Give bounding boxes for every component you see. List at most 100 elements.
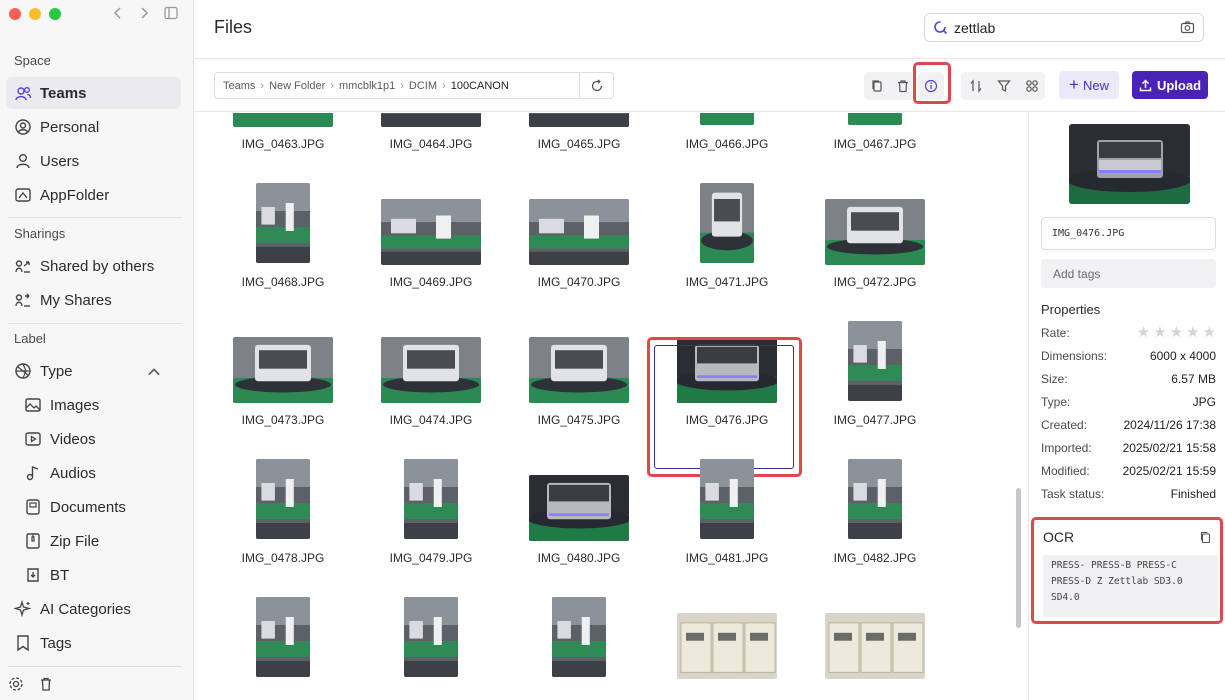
file-item[interactable]: IMG_0466.JPG xyxy=(653,113,801,155)
file-thumbnail[interactable] xyxy=(529,475,629,541)
sidebar-item-my-shares[interactable]: My Shares xyxy=(6,284,181,316)
file-thumbnail[interactable] xyxy=(825,613,925,679)
file-item[interactable] xyxy=(209,577,357,700)
file-item[interactable] xyxy=(653,577,801,700)
search-box[interactable] xyxy=(924,13,1204,42)
grid-scrollbar[interactable] xyxy=(1016,488,1021,628)
sort-button[interactable] xyxy=(963,72,989,100)
file-thumbnail[interactable] xyxy=(404,597,458,677)
file-item[interactable]: IMG_0464.JPG xyxy=(357,113,505,155)
sidebar-item-shared-by-others[interactable]: Shared by others xyxy=(6,250,181,282)
minimize-window-button[interactable] xyxy=(29,8,41,20)
file-thumbnail[interactable] xyxy=(381,337,481,403)
file-item[interactable]: IMG_0468.JPG xyxy=(209,163,357,293)
file-thumbnail[interactable] xyxy=(233,113,333,127)
sidebar-toggle-icon[interactable] xyxy=(164,6,178,20)
star-icon[interactable]: ★ xyxy=(1153,325,1166,344)
sidebar-item-ai-categories[interactable]: AI Categories xyxy=(6,593,181,625)
file-item[interactable]: IMG_0475.JPG xyxy=(505,301,653,431)
trash-icon[interactable] xyxy=(38,676,54,692)
star-icon[interactable]: ★ xyxy=(1186,325,1199,344)
file-name-field[interactable]: IMG_0476.JPG xyxy=(1041,217,1216,250)
breadcrumb-item[interactable]: mmcblk1p1 xyxy=(339,80,395,92)
rating-stars[interactable]: ★ ★ ★ ★ ★ xyxy=(1137,325,1216,344)
file-thumbnail[interactable] xyxy=(529,113,629,127)
file-thumbnail[interactable] xyxy=(404,459,458,539)
preview-image[interactable] xyxy=(1069,124,1190,204)
sidebar-item-images[interactable]: Images xyxy=(16,389,181,421)
property-value: 2025/02/21 15:59 xyxy=(1122,464,1216,478)
file-thumbnail[interactable] xyxy=(677,613,777,679)
settings-icon[interactable] xyxy=(8,676,24,692)
copy-ocr-icon[interactable] xyxy=(1199,531,1212,544)
file-item[interactable]: IMG_0463.JPG xyxy=(209,113,357,155)
back-icon[interactable] xyxy=(112,6,124,20)
grid-view-button[interactable] xyxy=(1019,72,1045,100)
sidebar-item-teams[interactable]: Teams xyxy=(6,77,181,109)
breadcrumb-current[interactable]: 100CANON xyxy=(451,80,509,92)
file-item[interactable]: IMG_0478.JPG xyxy=(209,439,357,569)
file-item[interactable]: IMG_0473.JPG xyxy=(209,301,357,431)
breadcrumb-item[interactable]: New Folder xyxy=(269,80,325,92)
file-thumbnail[interactable] xyxy=(381,113,481,127)
file-thumbnail[interactable] xyxy=(529,199,629,265)
file-item[interactable]: IMG_0465.JPG xyxy=(505,113,653,155)
file-thumbnail[interactable] xyxy=(256,183,310,263)
breadcrumb-item[interactable]: Teams xyxy=(223,80,255,92)
file-item[interactable]: IMG_0469.JPG xyxy=(357,163,505,293)
sidebar-item-videos[interactable]: Videos xyxy=(16,423,181,455)
zoom-window-button[interactable] xyxy=(49,8,61,20)
file-thumbnail[interactable] xyxy=(552,597,606,677)
sidebar-item-tags[interactable]: Tags xyxy=(6,627,181,659)
close-window-button[interactable] xyxy=(9,8,21,20)
sidebar-item-personal[interactable]: Personal xyxy=(6,111,181,143)
refresh-button[interactable] xyxy=(579,73,613,98)
forward-icon[interactable] xyxy=(138,6,150,20)
file-item[interactable]: IMG_0474.JPG xyxy=(357,301,505,431)
file-thumbnail[interactable] xyxy=(381,199,481,265)
file-item[interactable]: IMG_0482.JPG xyxy=(801,439,949,569)
file-item[interactable]: IMG_0481.JPG xyxy=(653,439,801,569)
new-button[interactable]: + New xyxy=(1059,71,1119,99)
sidebar-item-users[interactable]: Users xyxy=(6,145,181,177)
file-thumbnail[interactable] xyxy=(529,337,629,403)
file-item[interactable]: IMG_0472.JPG xyxy=(801,163,949,293)
sidebar-item-label: Teams xyxy=(40,84,87,102)
file-thumbnail[interactable] xyxy=(700,183,754,263)
sidebar-item-appfolder[interactable]: AppFolder xyxy=(6,179,181,211)
file-thumbnail[interactable] xyxy=(848,459,902,539)
camera-search-icon[interactable] xyxy=(1180,20,1195,35)
upload-button[interactable]: Upload xyxy=(1132,71,1208,99)
file-thumbnail[interactable] xyxy=(256,597,310,677)
file-thumbnail[interactable] xyxy=(825,199,925,265)
file-item[interactable]: IMG_0467.JPG xyxy=(801,113,949,155)
sidebar-item-zip-file[interactable]: Zip File xyxy=(16,525,181,557)
sidebar-item-documents[interactable]: Documents xyxy=(16,491,181,523)
star-icon[interactable]: ★ xyxy=(1137,325,1150,344)
file-thumbnail[interactable] xyxy=(700,113,754,125)
sidebar-item-type[interactable]: Type xyxy=(6,355,181,387)
file-item[interactable]: IMG_0479.JPG xyxy=(357,439,505,569)
file-thumbnail[interactable] xyxy=(256,459,310,539)
file-item[interactable] xyxy=(357,577,505,700)
file-thumbnail[interactable] xyxy=(848,113,902,125)
file-item[interactable]: IMG_0470.JPG xyxy=(505,163,653,293)
file-item[interactable]: IMG_0477.JPG xyxy=(801,301,949,431)
file-item[interactable] xyxy=(505,577,653,700)
sidebar-item-audios[interactable]: Audios xyxy=(16,457,181,489)
sidebar-item-bt[interactable]: BT xyxy=(16,559,181,591)
search-input[interactable] xyxy=(954,19,1180,36)
copy-button[interactable] xyxy=(864,72,890,100)
file-thumbnail[interactable] xyxy=(233,337,333,403)
file-thumbnail[interactable] xyxy=(848,321,902,401)
file-item[interactable] xyxy=(801,577,949,700)
chevron-up-icon[interactable] xyxy=(145,363,163,381)
star-icon[interactable]: ★ xyxy=(1170,325,1183,344)
breadcrumb-item[interactable]: DCIM xyxy=(409,80,437,92)
star-icon[interactable]: ★ xyxy=(1203,325,1216,344)
file-thumbnail[interactable] xyxy=(700,459,754,539)
filter-button[interactable] xyxy=(991,72,1017,100)
add-tags-field[interactable]: Add tags xyxy=(1041,259,1216,288)
file-item[interactable]: IMG_0480.JPG xyxy=(505,439,653,569)
file-item[interactable]: IMG_0471.JPG xyxy=(653,163,801,293)
